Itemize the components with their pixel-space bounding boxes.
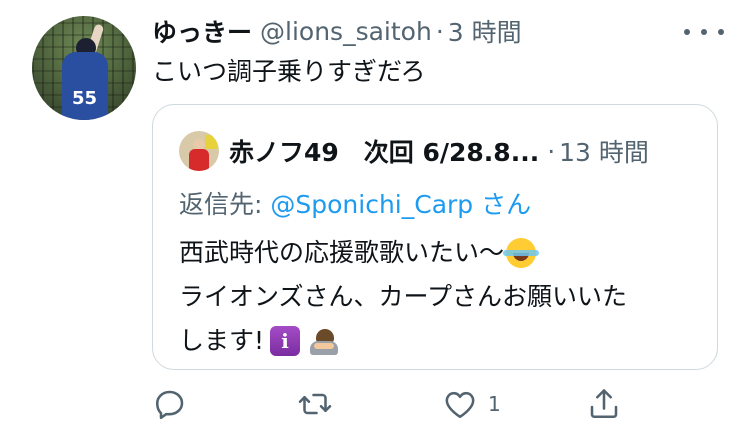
reply-mention-link[interactable]: @Sponichi_Carp [270,190,473,219]
quoted-text-line-1: 西武時代の応援歌歌いたい〜 [179,238,505,267]
tweet-actions: 1 [152,384,718,424]
share-button[interactable] [586,384,622,424]
retweet-button[interactable] [296,384,334,424]
bowing-person-emoji-icon [308,325,340,357]
tweet-timestamp[interactable]: 3 時間 [448,13,522,49]
tears-of-joy-emoji-icon [503,238,540,268]
reply-icon [155,390,184,420]
like-icon [445,391,475,419]
quoted-text-line-3: します! [179,326,265,355]
reply-button[interactable] [152,384,188,424]
like-button[interactable]: 1 [442,384,501,424]
tweet[interactable]: 55 ゆっきー @lions_saitoh · 3 時間 こいつ調子乗りすぎだろ… [0,0,750,441]
more-dot [701,29,707,35]
quoted-tweet-text: 西武時代の応援歌歌いたい〜 ライオンズさん、カープさんお願いいた します! i [179,231,627,363]
share-icon [590,389,618,419]
author-avatar[interactable]: 55 [32,16,136,120]
author-handle[interactable]: @lions_saitoh [260,17,432,46]
avatar-jersey-number: 55 [72,88,98,109]
quoted-text-line: 西武時代の応援歌歌いたい〜 [179,231,627,275]
separator-dot: · [435,16,444,46]
more-dot [684,29,690,35]
quoted-text-line: します! i [179,319,627,363]
avatar-player [62,52,108,120]
bow-hands [314,343,335,349]
like-count: 1 [488,392,501,416]
quoted-tweet-timestamp: 13 時間 [559,138,649,167]
author-display-name[interactable]: ゆっきー [152,13,252,49]
reply-suffix: さん [473,190,532,219]
tweet-header: ゆっきー @lions_saitoh · 3 時間 [152,14,522,48]
retweet-icon [298,393,332,415]
reply-context: 返信先: @Sponichi_Carp さん [179,185,531,221]
quoted-avatar-body [189,149,209,171]
quoted-author-display-name: 赤ノフ49 次回 6/28.8... [229,138,540,167]
separator-dot: · [547,136,556,166]
quoted-avatar-background [205,135,217,149]
quoted-author-avatar [179,131,219,171]
information-emoji-icon: i [270,326,301,356]
more-icon[interactable] [684,22,724,42]
more-dot [718,29,724,35]
quoted-tweet-header: 赤ノフ49 次回 6/28.8... · 13 時間 [229,133,649,169]
quoted-text-line: ライオンズさん、カープさんお願いいた [179,275,627,319]
quoted-text-line-2: ライオンズさん、カープさんお願いいた [179,282,628,311]
tweet-text: こいつ調子乗りすぎだろ [152,57,426,86]
reply-prefix: 返信先: [179,190,271,219]
quoted-tweet[interactable]: 赤ノフ49 次回 6/28.8... · 13 時間 返信先: @Sponich… [152,104,718,370]
